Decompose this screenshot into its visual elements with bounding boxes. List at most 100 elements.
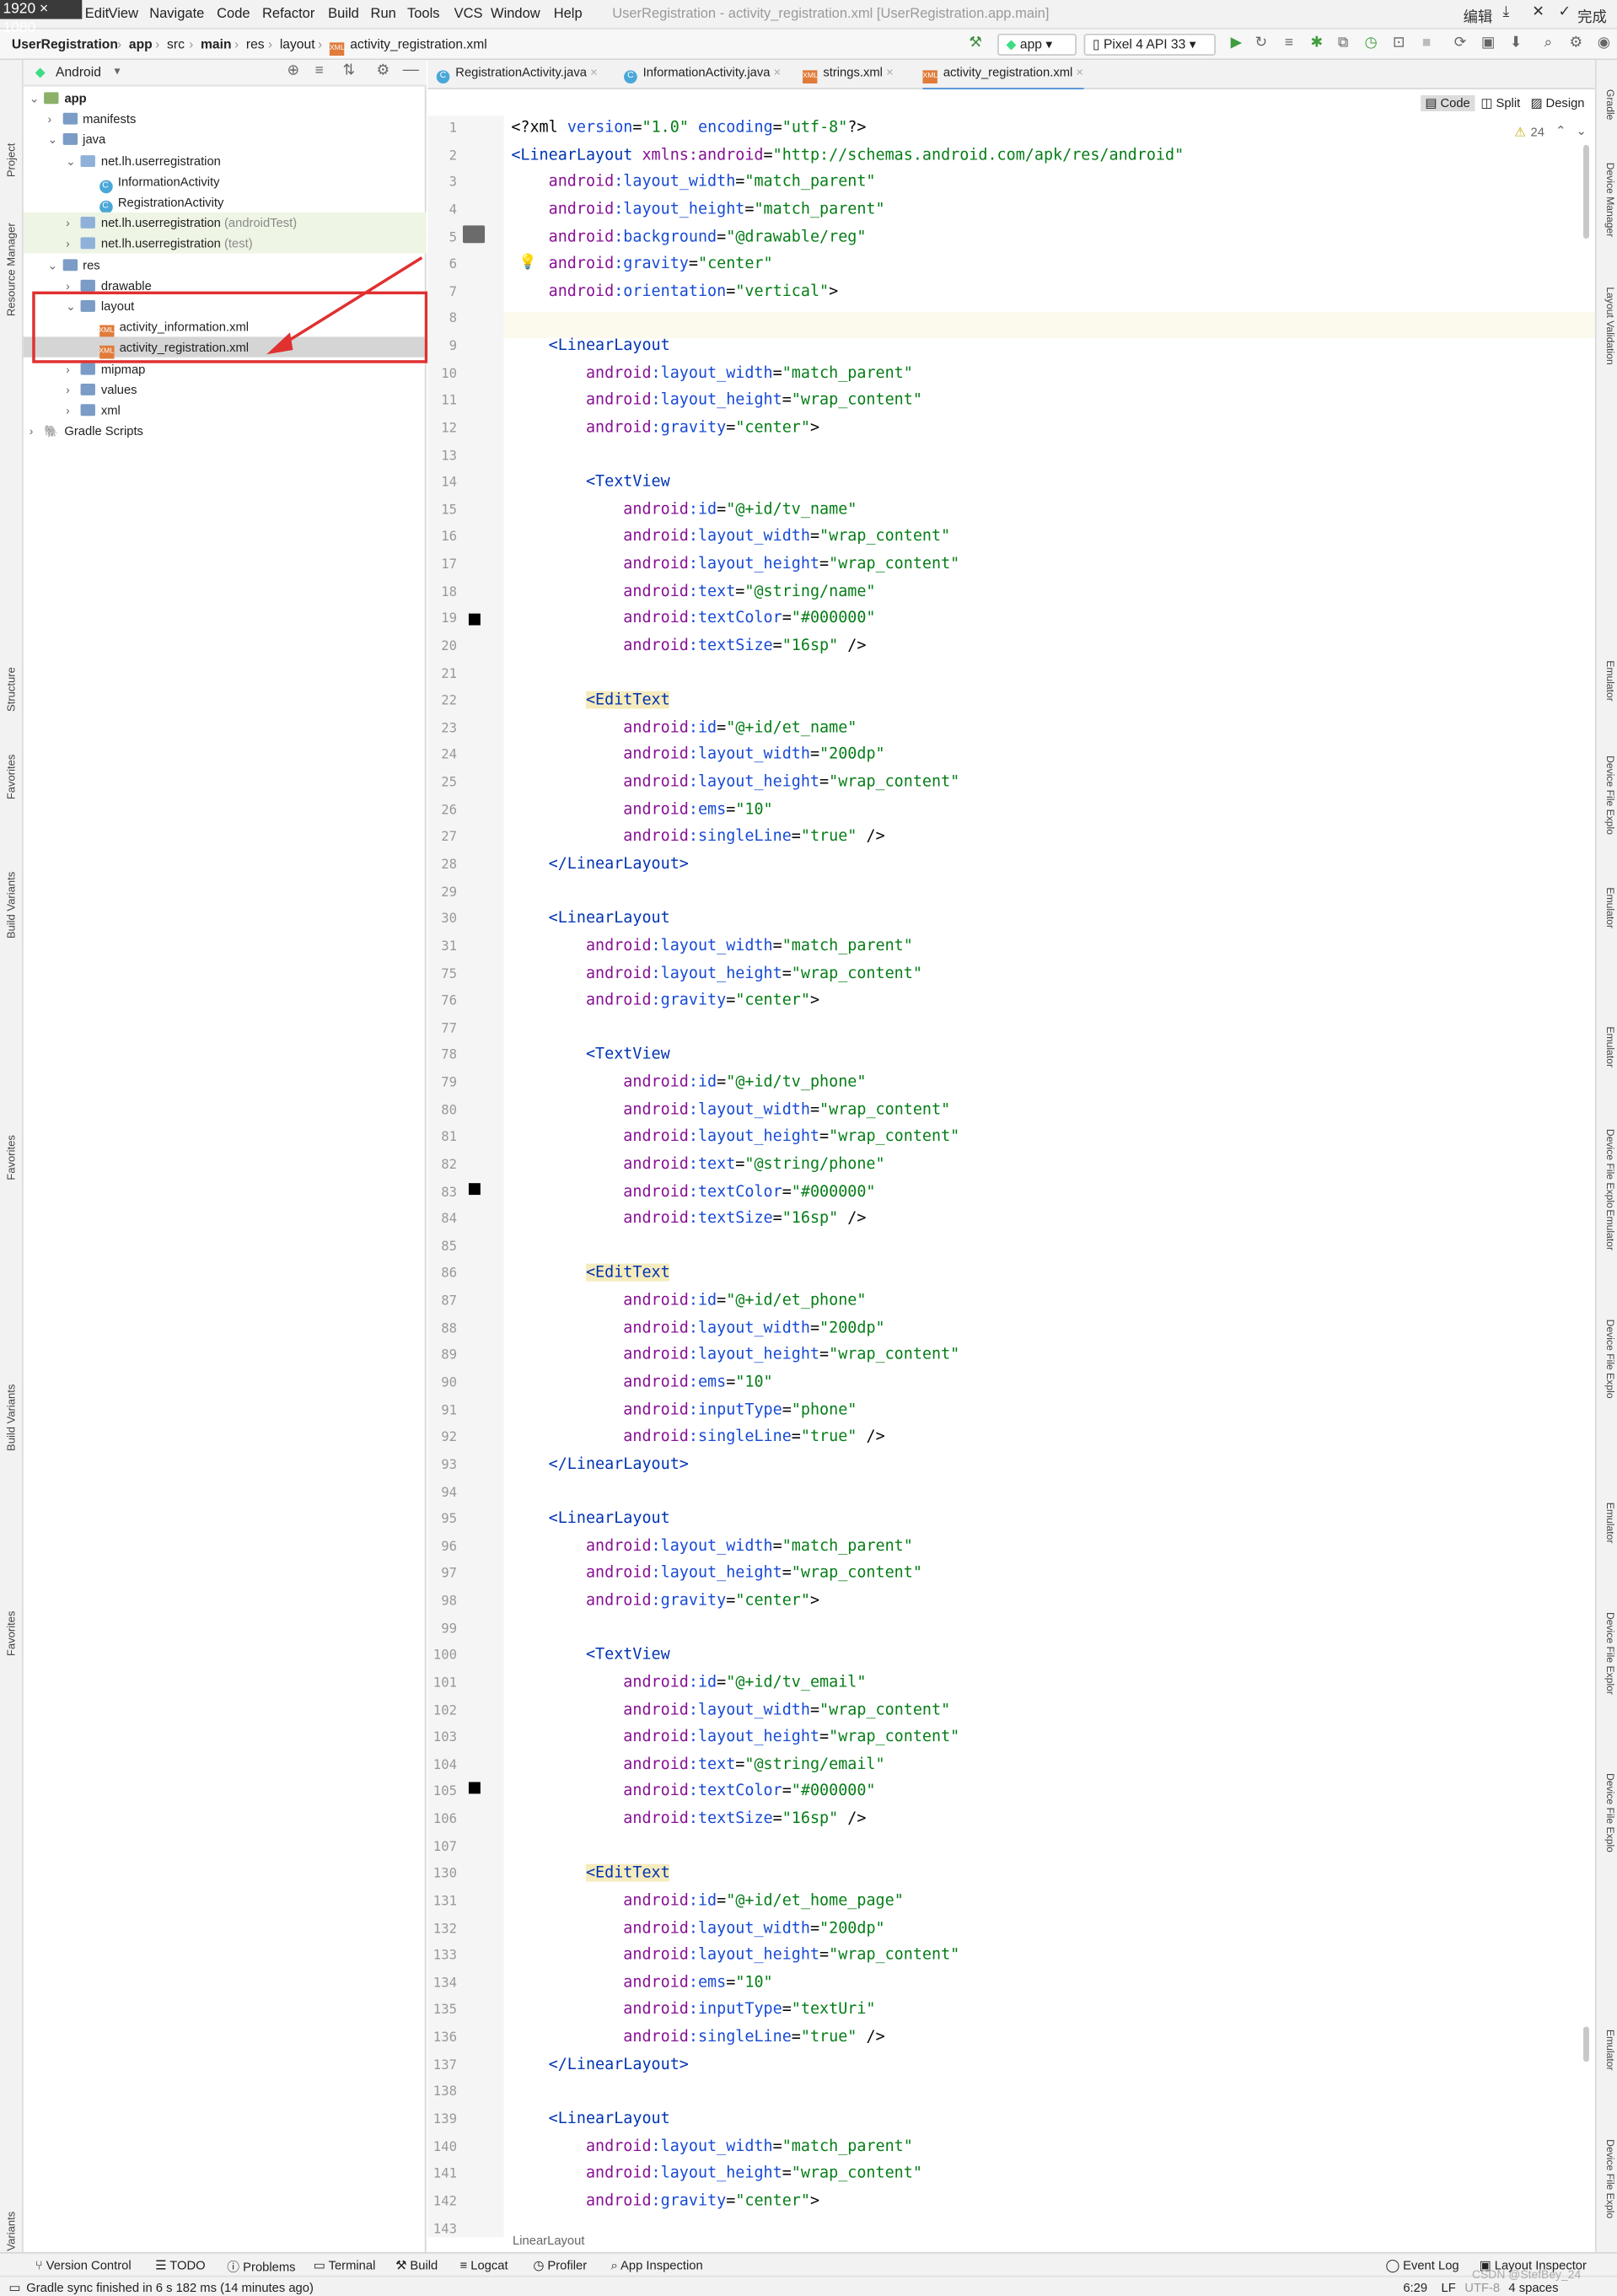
menu-build[interactable]: Build [328,6,359,22]
tab-activity-registration[interactable]: XML activity_registration.xml × [922,64,1084,91]
tree-item[interactable]: ⌄ net.lh.userregistration [24,150,427,170]
code-line[interactable]: android:gravity="center"> [511,992,819,1009]
code-line[interactable]: android:layout_width="match_parent" [511,173,876,191]
menu-vcs[interactable]: VCS [454,6,483,22]
tab-strings[interactable]: XML strings.xml × [803,64,894,83]
chevron-right-icon[interactable]: › [30,422,44,442]
tree-item[interactable]: › manifests [24,109,427,129]
breadcrumb-file[interactable]: XML activity_registration.xml [329,36,487,56]
tree-item[interactable]: › values [24,379,427,399]
code-line[interactable]: android:singleLine="true" /> [511,2028,884,2046]
code-line[interactable]: android:layout_width="wrap_content" [511,528,950,546]
profile-icon[interactable]: ◷ [1362,35,1380,53]
menu-code[interactable]: Code [217,6,250,22]
tree-item[interactable]: › 🐘 Gradle Scripts [24,421,427,441]
code-line[interactable]: android:gravity="center"> [511,419,819,437]
close-icon[interactable]: × [590,64,598,78]
code-line[interactable]: android:textSize="16sp" /> [511,637,866,654]
code-line[interactable]: android:textColor="#000000" [511,1782,875,1800]
code-line[interactable]: android:id="@+id/et_name" [511,718,857,736]
code-line[interactable]: <LinearLayout [511,1510,670,1528]
code-line[interactable]: <TextView [511,1646,670,1664]
code-line[interactable]: android:layout_height="wrap_content" [511,2164,922,2182]
color-swatch-icon[interactable] [468,613,481,626]
download-icon[interactable]: ⤓ [1502,4,1509,20]
chevron-right-icon[interactable]: › [66,401,80,422]
tree-item[interactable]: C RegistrationActivity [24,191,427,214]
tool-tab-emulator[interactable]: Emulator [1604,1209,1614,1250]
close-icon[interactable]: × [886,64,894,78]
code-line[interactable]: android:layout_height="wrap_content" [511,1128,959,1146]
close-icon[interactable]: × [774,64,782,78]
view-mode-code[interactable]: ▤ Code [1421,94,1475,111]
close-icon[interactable]: × [1076,64,1083,78]
chevron-down-icon[interactable]: ⌄ [30,89,44,110]
code-line[interactable]: <LinearLayout [511,2110,670,2127]
run-icon[interactable]: ▶ [1228,35,1245,53]
code-line[interactable]: <EditText [511,1864,670,1883]
tool-profiler[interactable]: ◷ Profiler [533,2258,587,2274]
menu-navigate[interactable]: Navigate [149,6,204,22]
code-line[interactable]: android:gravity="center"> [511,2191,819,2209]
breadcrumb-src[interactable]: src [167,36,185,51]
code-line[interactable]: android:textColor="#000000" [511,1182,875,1200]
menu-tools[interactable]: Tools [407,6,440,22]
tool-tab-emulator[interactable]: Emulator [1604,1503,1614,1544]
tool-tab-project[interactable]: Project [4,143,18,178]
menu-help[interactable]: Help [554,6,583,22]
run-config-select[interactable]: ◆ app ▾ [997,33,1077,56]
tool-tab-device-file-explorer[interactable]: Device File Explo [1604,2139,1614,2218]
device-manager-icon[interactable]: ▣ [1480,35,1497,53]
code-line[interactable]: <EditText [511,691,670,709]
breadcrumb-app[interactable]: app [129,36,153,51]
ide-icon[interactable]: ◉ [1595,35,1613,53]
code-line[interactable]: android:layout_height="wrap_content" [511,1728,959,1745]
tool-tab-device-file-explorer[interactable]: Device File Explor [1604,1612,1614,1695]
code-line[interactable]: android:layout_width="match_parent" [511,937,913,954]
search-icon[interactable]: ⌕ [1539,35,1557,53]
tree-item[interactable]: C InformationActivity [24,171,427,193]
code-line[interactable]: android:textSize="16sp" /> [511,1810,866,1828]
code-line[interactable]: <TextView [511,473,670,491]
code-line[interactable]: android:id="@+id/et_phone" [511,1292,866,1309]
tool-tab-device-file-explorer[interactable]: Device File Explo [1604,755,1614,835]
code-line[interactable]: android:singleLine="true" /> [511,1428,884,1446]
tool-terminal[interactable]: ▭ Terminal [314,2258,376,2274]
tree-item[interactable]: ⌄ java [24,129,427,149]
code-line[interactable]: </LinearLayout> [511,2056,689,2073]
chevron-right-icon[interactable]: › [47,110,62,131]
tool-logcat[interactable]: ≡ Logcat [460,2258,508,2272]
code-line[interactable]: android:orientation="vertical"> [511,282,839,300]
tool-tab-device-file-explorer[interactable]: Device File Explo [1604,1773,1614,1852]
status-message[interactable]: Gradle sync finished in 6 s 182 ms (14 m… [26,2280,314,2294]
code-line[interactable]: <LinearLayout [511,910,670,928]
collapse-all-icon[interactable]: ⇅ [343,63,356,79]
indent-setting[interactable]: 4 spaces [1508,2280,1558,2294]
code-line[interactable]: android:ems="10" [511,800,772,818]
device-select[interactable]: ▯ Pixel 4 API 33 ▾ [1083,33,1216,56]
chevron-right-icon[interactable]: › [66,214,80,234]
code-line[interactable]: android:gravity="center" [511,255,773,272]
line-separator[interactable]: LF [1442,2280,1456,2294]
tool-tab-build-variants[interactable]: Build Variants [4,1385,18,1451]
project-view-select[interactable]: Android [56,64,101,78]
editor-breadcrumb[interactable]: LinearLayout [513,2233,584,2247]
tab-registration-activity[interactable]: C RegistrationActivity.java × [436,64,598,83]
tool-tab-resource-manager[interactable]: Resource Manager [4,223,18,316]
stop-icon[interactable]: ■ [1418,35,1436,53]
code-line[interactable]: <LinearLayout xmlns:android="http://sche… [511,146,1184,164]
done-label[interactable]: 完成 [1577,4,1607,26]
coverage-icon[interactable]: ⊡ [1390,35,1408,53]
code-line[interactable]: android:layout_height="wrap_content" [511,773,959,791]
code-line[interactable]: android:layout_height="wrap_content" [511,555,959,573]
tool-tab-layout-validation[interactable]: Layout Validation [1604,287,1614,364]
code-line[interactable]: android:ems="10" [511,1374,772,1391]
view-mode-design[interactable]: ▨ Design [1530,95,1584,111]
menu-refactor[interactable]: Refactor [262,6,314,22]
code-line[interactable]: <?xml version="1.0" encoding="utf-8"?> [511,119,866,137]
apply-code-icon[interactable]: ≡ [1280,35,1297,53]
tool-tab-structure[interactable]: Structure [4,667,18,712]
chevron-right-icon[interactable]: › [66,380,80,401]
sync-gradle-icon[interactable]: ⟳ [1452,35,1469,53]
locate-icon[interactable]: ⊕ [287,63,300,79]
